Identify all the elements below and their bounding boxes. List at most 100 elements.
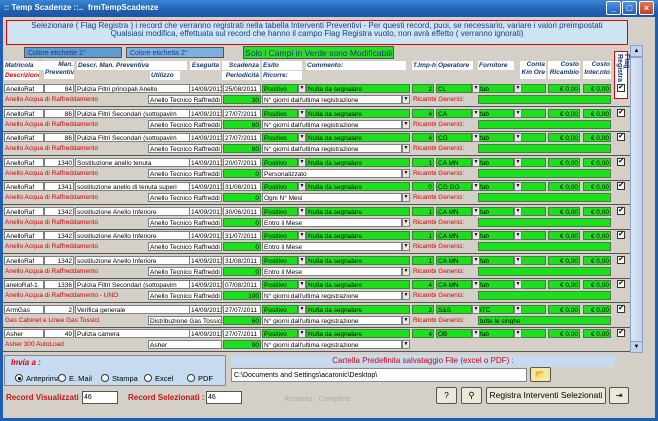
- commento-field[interactable]: Nulla da segnalare: [306, 157, 410, 167]
- operatore-field[interactable]: CG GG: [436, 182, 472, 191]
- esito-field[interactable]: Positivo: [262, 231, 298, 240]
- costo-ricambio-field[interactable]: € 0,00: [548, 280, 580, 289]
- esito-dropdown-icon[interactable]: ▼: [298, 182, 306, 191]
- operatore-field[interactable]: S&S: [436, 304, 472, 314]
- ricambi-generici-field[interactable]: [478, 144, 611, 153]
- operatore-dropdown-icon[interactable]: ▼: [472, 329, 480, 338]
- operatore-dropdown-icon[interactable]: ▼: [472, 280, 480, 289]
- esito-field[interactable]: Positivo: [262, 280, 298, 289]
- esito-field[interactable]: Positivo: [262, 108, 298, 118]
- esito-field[interactable]: Positivo: [262, 157, 298, 167]
- ricorre-dropdown-icon[interactable]: ▼: [402, 144, 410, 153]
- fornitore-dropdown-icon[interactable]: ▼: [514, 231, 522, 240]
- esito-field[interactable]: Positivo: [262, 255, 298, 265]
- operatore-dropdown-icon[interactable]: ▼: [472, 255, 480, 265]
- costo-ricambio-field[interactable]: € 0,00: [548, 329, 580, 338]
- esito-dropdown-icon[interactable]: ▼: [298, 133, 306, 142]
- tmp-field[interactable]: 2: [412, 304, 434, 314]
- flag-registra-checkbox[interactable]: ✔: [617, 157, 625, 166]
- help-button[interactable]: ?: [436, 387, 457, 404]
- periodicita-field[interactable]: 0: [223, 217, 261, 227]
- esito-dropdown-icon[interactable]: ▼: [298, 255, 306, 265]
- fornitore-field[interactable]: fab: [478, 108, 514, 118]
- esito-field[interactable]: Positivo: [262, 182, 298, 191]
- conta-km-field[interactable]: [520, 255, 546, 265]
- periodicita-field[interactable]: 60: [223, 144, 261, 153]
- esito-dropdown-icon[interactable]: ▼: [298, 108, 306, 118]
- fornitore-field[interactable]: fab: [478, 280, 514, 289]
- costo-intervento-field[interactable]: € 0,00: [583, 206, 611, 216]
- operatore-dropdown-icon[interactable]: ▼: [472, 84, 480, 93]
- costo-ricambio-field[interactable]: € 0,00: [548, 255, 580, 265]
- costo-ricambio-field[interactable]: € 0,00: [548, 157, 580, 167]
- fornitore-field[interactable]: ITC: [478, 304, 514, 314]
- costo-intervento-field[interactable]: € 0,00: [583, 157, 611, 167]
- operatore-field[interactable]: CA MN: [436, 280, 472, 289]
- costo-intervento-field[interactable]: € 0,00: [583, 108, 611, 118]
- commento-field[interactable]: Nulla da segnalare: [306, 84, 410, 93]
- fornitore-dropdown-icon[interactable]: ▼: [514, 304, 522, 314]
- operatore-field[interactable]: CA: [436, 108, 472, 118]
- costo-intervento-field[interactable]: € 0,00: [583, 304, 611, 314]
- ricambi-generici-field[interactable]: [478, 242, 611, 251]
- registra-button[interactable]: Registra Interventi Selezionati: [486, 387, 606, 404]
- flag-registra-checkbox[interactable]: ✔: [617, 84, 625, 92]
- flag-registra-checkbox[interactable]: ✔: [617, 329, 625, 337]
- conta-km-field[interactable]: [520, 280, 546, 289]
- tmp-field[interactable]: 4: [412, 108, 434, 118]
- operatore-dropdown-icon[interactable]: ▼: [472, 206, 480, 216]
- flag-registra-checkbox[interactable]: ✔: [617, 206, 625, 215]
- flag-registra-checkbox[interactable]: ✔: [617, 108, 625, 117]
- operatore-field[interactable]: CA MN: [436, 206, 472, 216]
- flag-registra-checkbox[interactable]: ✔: [617, 182, 625, 190]
- ricorre-dropdown-icon[interactable]: ▼: [402, 266, 410, 276]
- esito-field[interactable]: Positivo: [262, 304, 298, 314]
- ricorre-dropdown-icon[interactable]: ▼: [402, 291, 410, 300]
- esito-dropdown-icon[interactable]: ▼: [298, 280, 306, 289]
- ricambi-generici-field[interactable]: [478, 168, 611, 178]
- flag-registra-checkbox[interactable]: ✔: [617, 133, 625, 141]
- esito-dropdown-icon[interactable]: ▼: [298, 329, 306, 338]
- minimize-button[interactable]: _: [606, 1, 621, 15]
- flag-registra-checkbox[interactable]: ✔: [617, 255, 625, 264]
- tmp-field[interactable]: 4: [412, 280, 434, 289]
- fornitore-field[interactable]: fab: [478, 329, 514, 338]
- fornitore-dropdown-icon[interactable]: ▼: [514, 157, 522, 167]
- costo-intervento-field[interactable]: € 0,00: [583, 255, 611, 265]
- periodicita-field[interactable]: 100: [223, 291, 261, 300]
- tmp-field[interactable]: 1: [412, 206, 434, 216]
- fornitore-dropdown-icon[interactable]: ▼: [514, 108, 522, 118]
- fornitore-dropdown-icon[interactable]: ▼: [514, 280, 522, 289]
- commento-field[interactable]: Nulla da segnalare: [306, 329, 410, 338]
- operatore-field[interactable]: OB: [436, 329, 472, 338]
- operatore-dropdown-icon[interactable]: ▼: [472, 231, 480, 240]
- fornitore-dropdown-icon[interactable]: ▼: [514, 84, 522, 93]
- ricorre-dropdown-icon[interactable]: ▼: [402, 340, 410, 349]
- operatore-dropdown-icon[interactable]: ▼: [472, 304, 480, 314]
- fornitore-dropdown-icon[interactable]: ▼: [514, 133, 522, 142]
- operatore-dropdown-icon[interactable]: ▼: [472, 133, 480, 142]
- costo-intervento-field[interactable]: € 0,00: [583, 133, 611, 142]
- fornitore-dropdown-icon[interactable]: ▼: [514, 182, 522, 191]
- tmp-field[interactable]: 1: [412, 157, 434, 167]
- flag-registra-checkbox[interactable]: ✔: [617, 231, 625, 239]
- fornitore-field[interactable]: fab: [478, 157, 514, 167]
- operatore-dropdown-icon[interactable]: ▼: [472, 157, 480, 167]
- operatore-field[interactable]: CG: [436, 133, 472, 142]
- folder-path-field[interactable]: C:\Documents and Settings\acaronic\Deskt…: [231, 368, 527, 382]
- invia-radio-excel[interactable]: [144, 374, 152, 382]
- costo-intervento-field[interactable]: € 0,00: [583, 231, 611, 240]
- conta-km-field[interactable]: [520, 84, 546, 93]
- open-folder-button[interactable]: 📂: [530, 367, 551, 382]
- maximize-button[interactable]: □: [622, 1, 637, 15]
- periodicita-field[interactable]: 60: [223, 119, 261, 129]
- periodicita-field[interactable]: 0: [223, 242, 261, 251]
- tmp-field[interactable]: 0: [412, 182, 434, 191]
- ricorre-dropdown-icon[interactable]: ▼: [402, 119, 410, 129]
- scroll-up-icon[interactable]: ▲: [630, 45, 643, 57]
- conta-km-field[interactable]: [520, 182, 546, 191]
- costo-intervento-field[interactable]: € 0,00: [583, 84, 611, 93]
- fornitore-dropdown-icon[interactable]: ▼: [514, 329, 522, 338]
- esito-field[interactable]: Positivo: [262, 84, 298, 93]
- ricorre-dropdown-icon[interactable]: ▼: [402, 242, 410, 251]
